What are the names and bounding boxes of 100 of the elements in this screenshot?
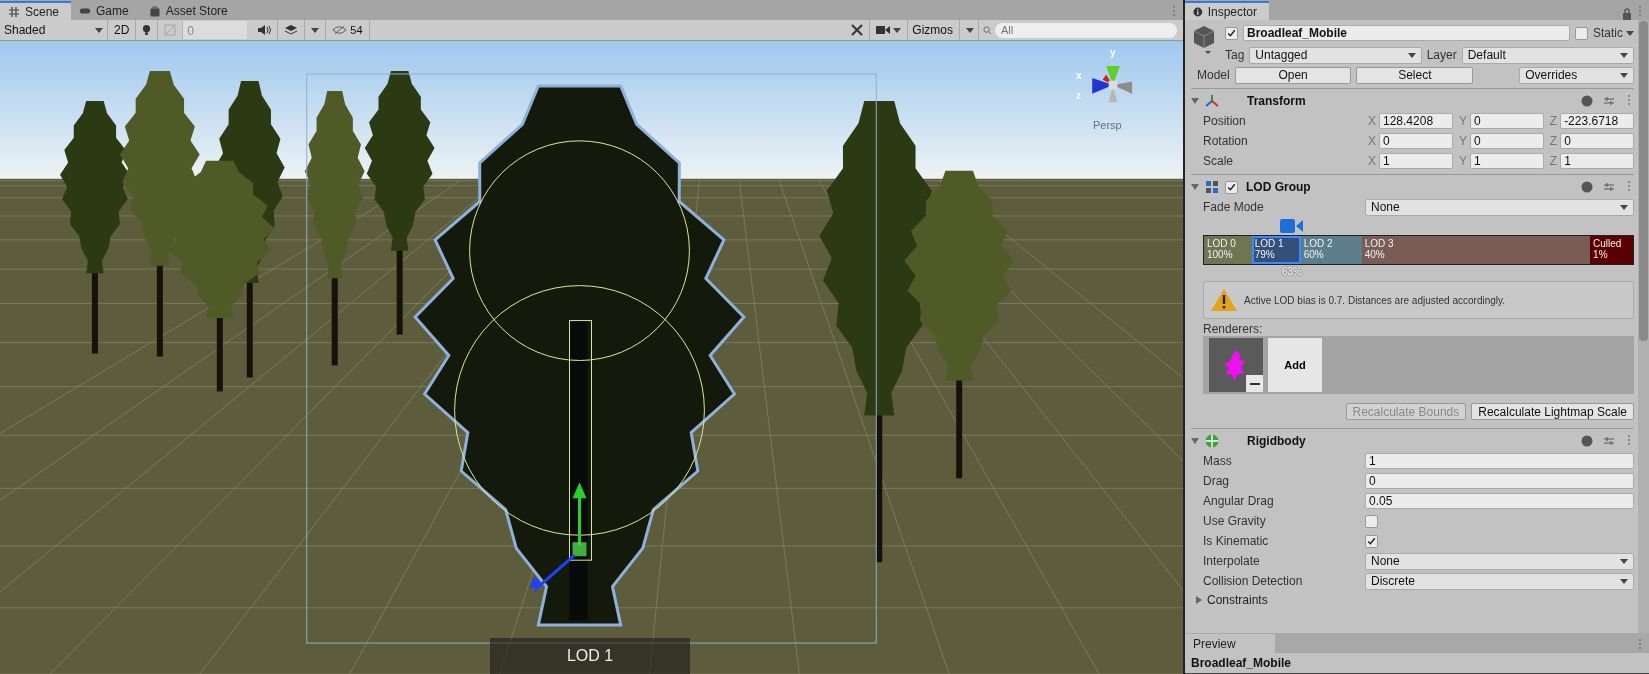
overrides-dropdown[interactable]: Overrides — [1519, 66, 1634, 84]
fade-mode-dropdown[interactable]: None — [1365, 198, 1634, 216]
object-name-field[interactable]: Broadleaf_Mobile — [1243, 25, 1570, 41]
axis-label: Z — [1549, 154, 1558, 168]
camera-percent-label: 63% — [1281, 266, 1302, 277]
shading-dropdown[interactable]: Shaded — [0, 20, 108, 40]
help-icon[interactable] — [1581, 95, 1593, 107]
number-field[interactable]: 1 — [1560, 153, 1634, 169]
2d-toggle[interactable]: 2D — [108, 20, 137, 40]
minus-icon — [1249, 382, 1260, 385]
scrollbar[interactable] — [1638, 20, 1649, 633]
tag-dropdown[interactable]: Untagged — [1249, 46, 1422, 64]
axis-label: Z — [1549, 114, 1558, 128]
caret-icon — [1620, 204, 1628, 210]
property-label: Fade Mode — [1203, 200, 1265, 214]
constraints-label[interactable]: Constraints — [1207, 593, 1268, 607]
lod-level-segment[interactable]: Culled 1% — [1590, 236, 1633, 264]
preview-tab[interactable]: Preview — [1185, 634, 1275, 653]
number-field[interactable]: 0.05 — [1365, 493, 1634, 509]
lod-level-segment[interactable]: LOD 0 100% — [1204, 236, 1252, 264]
scene-tab[interactable]: Scene — [0, 1, 72, 20]
kebab-menu-icon[interactable] — [1627, 179, 1631, 192]
add-renderer-button[interactable]: Add — [1268, 338, 1322, 392]
inspector-tab[interactable]: Inspector — [1185, 1, 1269, 20]
number-field[interactable]: -223.6718 — [1560, 113, 1634, 129]
grid-icon — [8, 5, 20, 18]
renderer-thumbnail[interactable] — [1209, 338, 1263, 392]
help-icon[interactable] — [1581, 435, 1593, 447]
bag-icon — [148, 4, 161, 17]
scene-tab[interactable]: Asset Store — [140, 1, 240, 20]
lightbulb-icon[interactable] — [142, 23, 152, 37]
lod-level-segment[interactable]: LOD 1 79% — [1251, 236, 1301, 264]
speaker-icon[interactable] — [257, 24, 272, 36]
axis-label: z — [1076, 91, 1081, 101]
foldout-arrow-icon[interactable] — [1191, 97, 1199, 105]
recalculate-button[interactable]: Recalculate Lightmap Scale — [1471, 403, 1634, 420]
property-label: Is Kinematic — [1203, 534, 1270, 548]
foldout-arrow-icon[interactable] — [1191, 437, 1199, 445]
number-field[interactable]: 0 — [1365, 473, 1634, 489]
axis-label: X — [1368, 114, 1376, 128]
number-field[interactable]: 0 — [1379, 133, 1453, 149]
lock-icon[interactable] — [1622, 8, 1632, 20]
caret-icon — [1620, 52, 1628, 58]
axis-label: Y — [1458, 154, 1467, 168]
axis-label: Y — [1458, 134, 1467, 148]
caret-icon — [1620, 558, 1628, 564]
caret-icon — [1407, 52, 1416, 58]
gizmos-dropdown[interactable]: Gizmos — [908, 20, 979, 40]
property-checkbox[interactable] — [1365, 534, 1378, 548]
model-button[interactable]: Select — [1356, 66, 1474, 84]
static-dropdown[interactable]: Static — [1593, 26, 1634, 40]
lod-group-icon — [1205, 180, 1219, 194]
lod-level-segment[interactable]: LOD 2 60% — [1300, 236, 1362, 264]
layers-icon[interactable] — [284, 24, 299, 36]
layer-dropdown[interactable]: Default — [1461, 46, 1634, 64]
foldout-arrow-icon[interactable] — [1191, 183, 1199, 191]
property-label: Interpolate — [1203, 554, 1261, 568]
active-checkbox[interactable] — [1225, 26, 1238, 40]
number-field[interactable]: 1 — [1365, 453, 1634, 469]
property-label: Drag — [1203, 474, 1230, 488]
camera-icon[interactable] — [876, 25, 891, 35]
model-button[interactable]: Open — [1234, 66, 1352, 84]
kebab-menu-icon[interactable] — [1627, 433, 1631, 446]
caret-icon — [1620, 72, 1628, 78]
static-checkbox[interactable] — [1575, 26, 1588, 40]
caret-icon — [95, 27, 103, 33]
number-field[interactable]: 0 — [1560, 133, 1634, 149]
number-field[interactable]: 1 — [1469, 153, 1544, 169]
sliders-icon[interactable] — [1603, 181, 1615, 193]
component-title: LOD Group — [1246, 180, 1311, 194]
sliders-icon[interactable] — [1603, 435, 1615, 447]
property-label: Position — [1203, 114, 1247, 128]
projection-label[interactable]: Persp — [1093, 119, 1122, 131]
enabled-checkbox[interactable] — [1225, 180, 1238, 194]
search-field[interactable]: All — [995, 22, 1177, 38]
axis-label: X — [1368, 154, 1376, 168]
tag-label: Tag — [1225, 48, 1245, 62]
warning-icon — [1210, 288, 1238, 312]
kebab-menu-icon[interactable] — [1627, 93, 1631, 106]
number-field[interactable]: 0 — [1469, 133, 1544, 149]
remove-button[interactable] — [1246, 375, 1263, 392]
property-dropdown[interactable]: None — [1365, 552, 1634, 570]
sliders-icon[interactable] — [1603, 95, 1615, 107]
property-label: Mass — [1203, 454, 1233, 468]
renderers-label: Renderers: — [1203, 322, 1264, 336]
property-checkbox[interactable] — [1365, 514, 1378, 528]
lod-level-segment[interactable]: LOD 3 40% — [1361, 236, 1591, 264]
foldout-arrow-icon[interactable] — [1195, 596, 1203, 604]
number-field[interactable]: 128.4208 — [1379, 113, 1453, 129]
property-label: Rotation — [1203, 134, 1249, 148]
component-title: Transform — [1247, 94, 1306, 108]
lod-overlay-label: LOD 1 — [490, 638, 690, 674]
number-field[interactable]: 0 — [1469, 113, 1544, 129]
property-dropdown[interactable]: Discrete — [1365, 572, 1634, 590]
caret-icon — [311, 27, 320, 33]
scene-tab[interactable]: Game — [71, 1, 141, 20]
camera-marker-icon[interactable] — [1279, 218, 1304, 234]
help-icon[interactable] — [1581, 181, 1593, 193]
number-field[interactable]: 1 — [1379, 153, 1453, 169]
eye-slash-icon[interactable] — [332, 25, 348, 35]
